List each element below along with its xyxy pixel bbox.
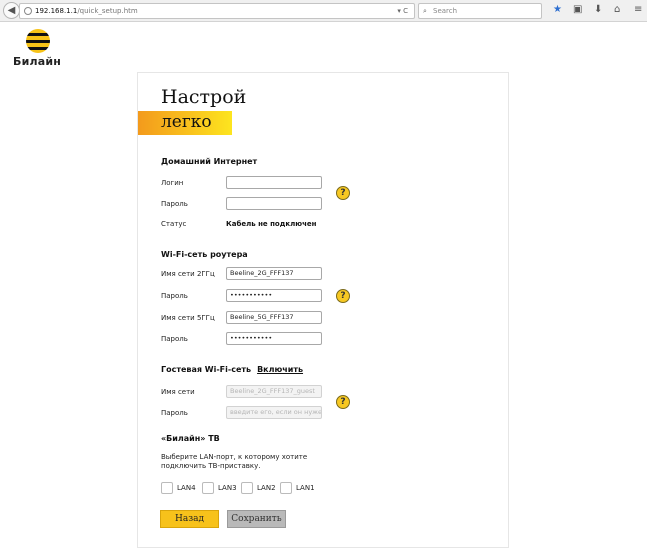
help-icon[interactable]: ? <box>336 186 350 200</box>
wifi-password-5g-input[interactable]: ••••••••••• <box>226 332 322 345</box>
guest-password-label: Пароль <box>161 409 188 417</box>
back-arrow-icon[interactable]: ◀ <box>3 2 20 19</box>
login-input[interactable] <box>226 176 322 189</box>
lan3-checkbox[interactable] <box>202 482 214 494</box>
lan2-checkbox[interactable] <box>241 482 253 494</box>
ssid-2g-label: Имя сети 2ГГц <box>161 270 215 278</box>
menu-icon[interactable]: ≡ <box>634 4 642 16</box>
wifi-password-2g-label: Пароль <box>161 292 188 300</box>
password-label: Пароль <box>161 200 188 208</box>
download-icon[interactable]: ⬇ <box>594 4 602 16</box>
guest-ssid-input[interactable]: Beeline_2G_FFF137_guest <box>226 385 322 398</box>
hero-title-line1: Настрой <box>161 86 247 108</box>
url-text: 192.168.1.1/quick_setup.htm <box>35 4 138 18</box>
url-host: 192.168.1.1 <box>35 7 78 15</box>
lan3-label: LAN3 <box>218 484 237 492</box>
search-icon: ⌕ <box>423 7 427 15</box>
guest-wifi-title: Гостевая Wi-Fi-сеть <box>161 365 252 374</box>
tv-description: Выберите LAN-порт, к которому хотите под… <box>161 453 308 470</box>
quick-setup-card: Настрой легко Домашний Интернет Логин Па… <box>137 72 509 548</box>
section-tv: «Билайн» ТВ <box>161 434 220 443</box>
save-button[interactable]: Сохранить <box>227 510 286 528</box>
lan1-label: LAN1 <box>296 484 315 492</box>
url-path: /quick_setup.htm <box>77 7 138 15</box>
help-icon[interactable]: ? <box>336 395 350 409</box>
beeline-logo-icon <box>26 29 50 53</box>
wifi-password-2g-input[interactable]: ••••••••••• <box>226 289 322 302</box>
section-home-internet: Домашний Интернет <box>161 157 258 166</box>
lan4-label: LAN4 <box>177 484 196 492</box>
hero-title-line2: легко <box>161 112 212 132</box>
guest-ssid-label: Имя сети <box>161 388 195 396</box>
home-icon[interactable]: ⌂ <box>614 4 620 16</box>
status-label: Статус <box>161 220 187 228</box>
browser-toolbar: ◀ 192.168.1.1/quick_setup.htm ▾ C ⌕ Sear… <box>0 0 647 22</box>
search-bar[interactable]: ⌕ Search <box>418 3 542 19</box>
lan1-checkbox[interactable] <box>280 482 292 494</box>
ssid-2g-input[interactable]: Beeline_2G_FFF137 <box>226 267 322 280</box>
guest-enable-link[interactable]: Включить <box>257 365 303 374</box>
lan2-label: LAN2 <box>257 484 276 492</box>
reload-icon[interactable]: ▾ C <box>397 4 408 18</box>
url-bar[interactable]: 192.168.1.1/quick_setup.htm ▾ C <box>19 3 415 19</box>
section-wifi: Wi-Fi-сеть роутера <box>161 250 248 259</box>
clipboard-icon[interactable]: ▣ <box>573 4 582 16</box>
guest-password-input[interactable]: введите его, если он нужен <box>226 406 322 419</box>
search-placeholder: Search <box>433 7 458 15</box>
ssid-5g-input[interactable]: Beeline_5G_FFF137 <box>226 311 322 324</box>
section-guest-wifi: Гостевая Wi-Fi-сеть Включить <box>161 365 303 374</box>
lan4-checkbox[interactable] <box>161 482 173 494</box>
help-icon[interactable]: ? <box>336 289 350 303</box>
password-input[interactable] <box>226 197 322 210</box>
bookmark-star-icon[interactable]: ★ <box>553 4 562 16</box>
globe-icon <box>24 7 32 15</box>
brand-name: Билайн <box>13 55 62 68</box>
back-button[interactable]: Назад <box>160 510 219 528</box>
wifi-password-5g-label: Пароль <box>161 335 188 343</box>
login-label: Логин <box>161 179 184 187</box>
status-value: Кабель не подключен <box>226 220 317 228</box>
ssid-5g-label: Имя сети 5ГГц <box>161 314 215 322</box>
